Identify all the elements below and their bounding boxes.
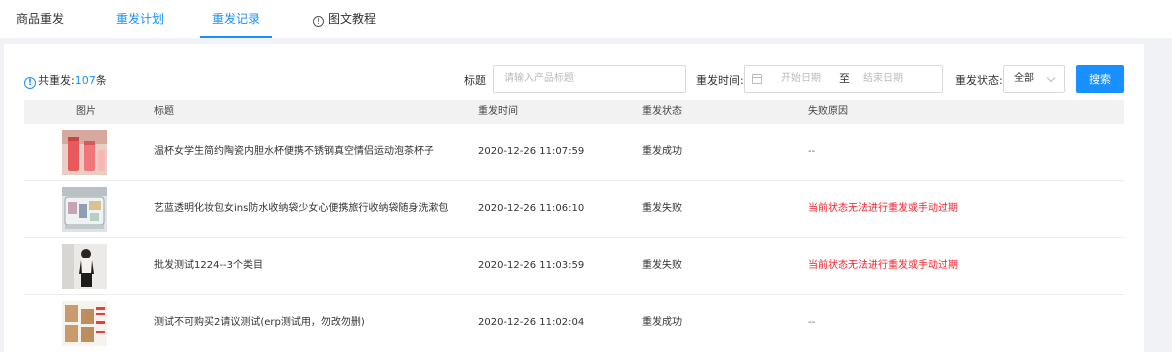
records-panel: ! 共重发:107条 标题 请输入产品标题 重发时间: 开始日期 至 结束日期 重… xyxy=(4,44,1144,352)
calendar-icon xyxy=(752,74,762,84)
table-row: 测试不可购买2请议测试(erp测试用，勿改勿删) 2020-12-26 11:0… xyxy=(24,295,1124,352)
row-reason: 当前状态无法进行重发或手动过期 xyxy=(808,203,958,214)
tab-repost-plan[interactable]: 重发计划 xyxy=(116,0,164,38)
status-filter-label: 重发状态: xyxy=(955,74,1003,87)
table-row: 温杯女学生简约陶瓷内胆水杯便携不锈钢真空情侣运动泡茶杯子 2020-12-26 … xyxy=(24,124,1124,181)
tab-product-repost[interactable]: 商品重发 xyxy=(16,0,64,38)
date-range-picker[interactable]: 开始日期 至 结束日期 xyxy=(744,65,943,93)
row-status: 重发失败 xyxy=(642,260,682,271)
search-button[interactable]: 搜索 xyxy=(1076,65,1124,93)
header-reason: 失败原因 xyxy=(808,106,848,117)
product-thumbnail[interactable] xyxy=(62,130,107,175)
header-title: 标题 xyxy=(154,106,174,117)
table-row: 艺蓝透明化妆包女ins防水收纳袋少女心便携旅行收纳袋随身洗漱包 2020-12-… xyxy=(24,181,1124,238)
date-range-separator: 至 xyxy=(839,72,850,85)
row-title: 测试不可购买2请议测试(erp测试用，勿改勿删) xyxy=(154,317,365,328)
status-select[interactable]: 全部 xyxy=(1003,65,1065,93)
info-icon: ! xyxy=(24,77,36,89)
chevron-down-icon xyxy=(1046,73,1056,83)
top-tab-bar: 商品重发 重发计划 重发记录 ! 图文教程 xyxy=(0,0,1172,38)
tab-tutorial[interactable]: ! 图文教程 xyxy=(313,0,376,38)
table-header: 图片 标题 重发时间 重发状态 失败原因 xyxy=(24,100,1124,124)
table-row: 批发测试1224--3个类目 2020-12-26 11:03:59 重发失败 … xyxy=(24,238,1124,295)
title-filter-label: 标题 xyxy=(464,74,486,87)
row-reason: 当前状态无法进行重发或手动过期 xyxy=(808,260,958,271)
row-time: 2020-12-26 11:03:59 xyxy=(478,260,585,271)
row-time: 2020-12-26 11:02:04 xyxy=(478,317,585,328)
header-image: 图片 xyxy=(76,106,96,117)
row-reason: -- xyxy=(808,146,816,157)
total-count: ! 共重发:107条 xyxy=(24,72,107,89)
tab-repost-records[interactable]: 重发记录 xyxy=(200,0,272,38)
total-prefix: 共重发: xyxy=(38,74,75,87)
tab-tutorial-label: 图文教程 xyxy=(328,12,377,26)
row-status: 重发失败 xyxy=(642,203,682,214)
row-status: 重发成功 xyxy=(642,317,682,328)
row-time: 2020-12-26 11:07:59 xyxy=(478,146,585,157)
end-date-input[interactable]: 结束日期 xyxy=(863,66,903,92)
total-suffix: 条 xyxy=(95,74,107,87)
header-time: 重发时间 xyxy=(478,106,518,117)
total-count-value: 107 xyxy=(74,74,96,87)
row-title: 批发测试1224--3个类目 xyxy=(154,260,264,271)
help-icon: ! xyxy=(313,16,324,27)
start-date-input[interactable]: 开始日期 xyxy=(781,66,821,92)
header-status: 重发状态 xyxy=(642,106,682,117)
product-thumbnail[interactable] xyxy=(62,301,107,346)
product-thumbnail[interactable] xyxy=(62,244,107,289)
row-title: 艺蓝透明化妆包女ins防水收纳袋少女心便携旅行收纳袋随身洗漱包 xyxy=(154,203,449,214)
product-thumbnail[interactable] xyxy=(62,187,107,232)
row-title: 温杯女学生简约陶瓷内胆水杯便携不锈钢真空情侣运动泡茶杯子 xyxy=(154,146,434,157)
title-search-input[interactable]: 请输入产品标题 xyxy=(493,65,686,93)
row-time: 2020-12-26 11:06:10 xyxy=(478,203,585,214)
row-status: 重发成功 xyxy=(642,146,682,157)
status-select-value: 全部 xyxy=(1014,73,1034,84)
row-reason: -- xyxy=(808,317,816,328)
time-filter-label: 重发时间: xyxy=(696,74,744,87)
